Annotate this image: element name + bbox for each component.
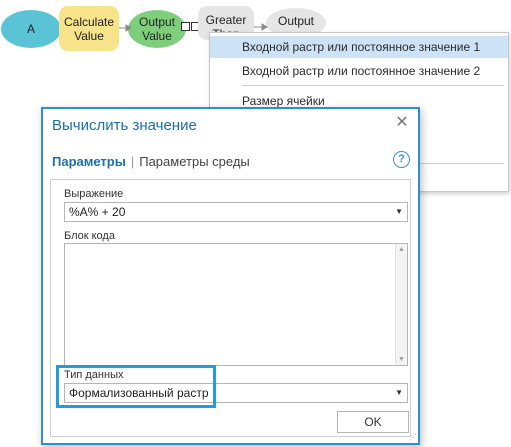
help-icon[interactable]: ? bbox=[393, 151, 410, 168]
menu-separator bbox=[242, 85, 504, 86]
code-block-textarea[interactable]: ▲ ▼ bbox=[64, 243, 408, 366]
code-block-scrollbar[interactable]: ▲ ▼ bbox=[395, 244, 407, 365]
data-type-highlight-frame bbox=[56, 365, 216, 408]
tab-separator: | bbox=[130, 154, 135, 169]
tab-parameters[interactable]: Параметры bbox=[52, 154, 126, 169]
scroll-down-arrow-icon[interactable]: ▼ bbox=[396, 356, 407, 363]
close-icon[interactable]: ✕ bbox=[394, 115, 410, 131]
dropdown-arrow-icon[interactable]: ▼ bbox=[395, 203, 403, 221]
scroll-up-arrow-icon[interactable]: ▲ bbox=[396, 246, 407, 253]
expression-input[interactable]: %A% + 20 ▼ bbox=[64, 202, 408, 222]
dialog-tabs: Параметры | Параметры среды bbox=[52, 154, 250, 169]
menu-item-input-raster-1[interactable]: Входной растр или постоянное значение 1 bbox=[210, 36, 508, 58]
tab-environments[interactable]: Параметры среды bbox=[139, 154, 250, 169]
dialog-title: Вычислить значение bbox=[52, 117, 197, 134]
expression-label: Выражение bbox=[64, 188, 124, 200]
menu-item-input-raster-2[interactable]: Входной растр или постоянное значение 2 bbox=[210, 60, 508, 82]
code-block-label: Блок кода bbox=[64, 230, 115, 242]
expression-value: %A% + 20 bbox=[69, 205, 126, 219]
ok-button[interactable]: OK bbox=[337, 411, 409, 433]
dropdown-arrow-icon[interactable]: ▼ bbox=[395, 384, 403, 402]
arrow-head bbox=[125, 24, 132, 32]
resize-grip-icon[interactable]: ⋰ bbox=[409, 433, 417, 442]
arrow-head bbox=[261, 23, 268, 31]
